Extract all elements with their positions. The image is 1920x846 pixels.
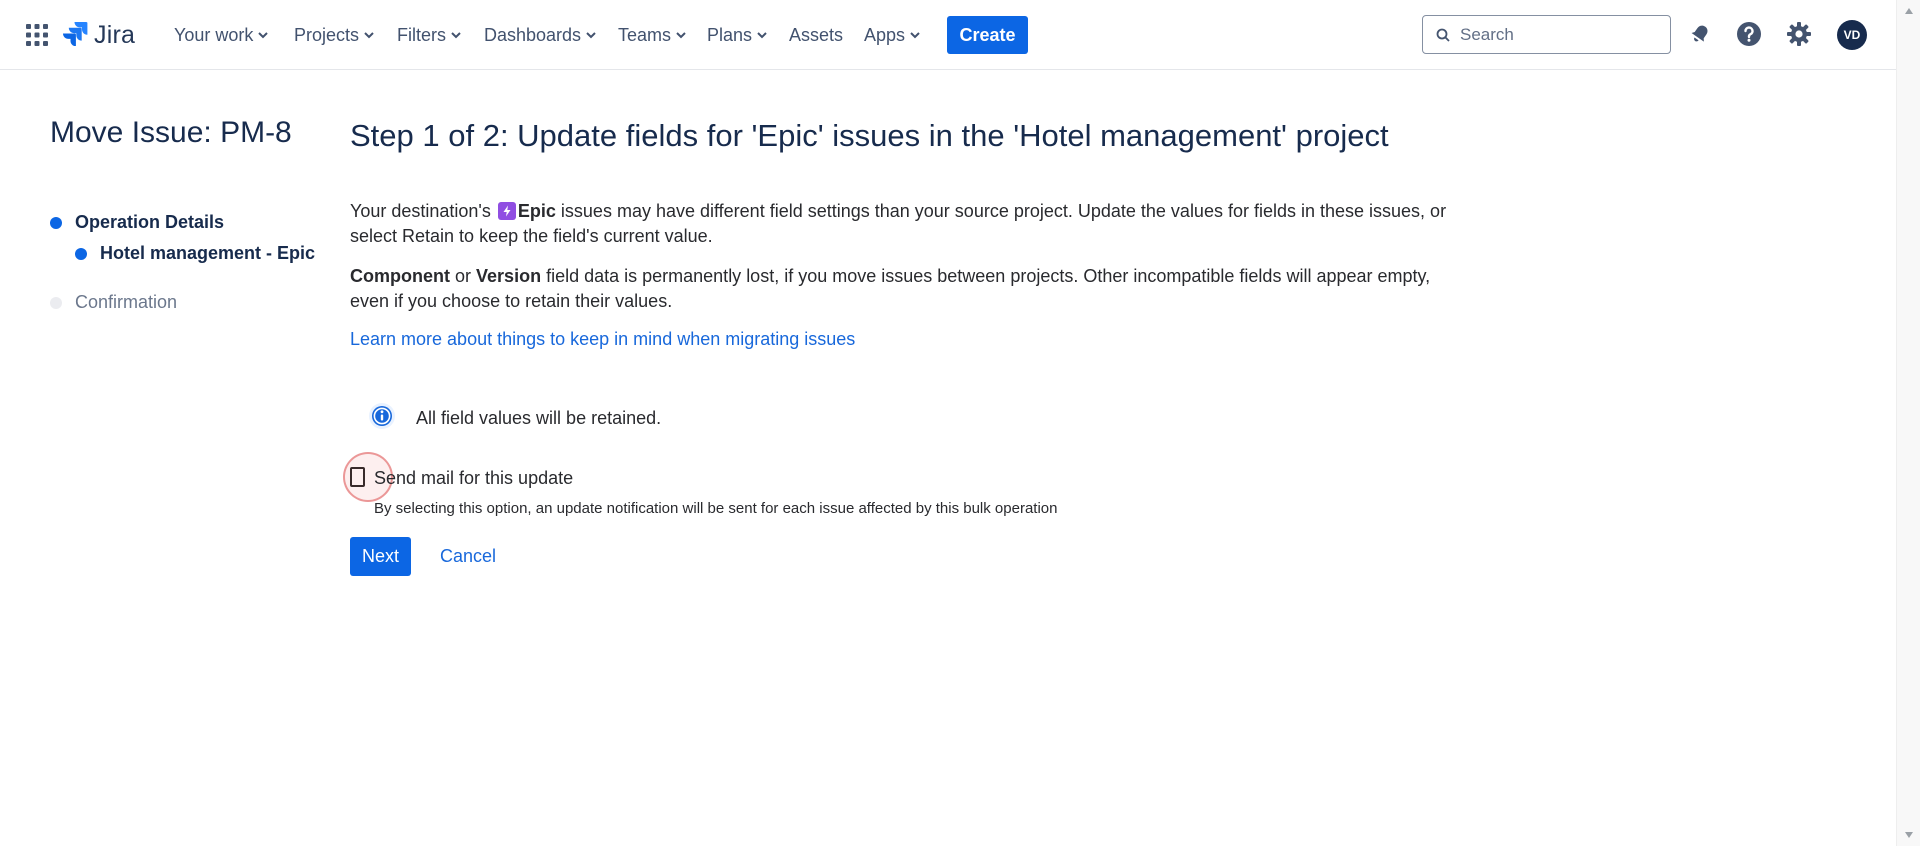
jira-logo-icon [62,20,88,51]
create-button[interactable]: Create [947,16,1028,54]
scroll-down-arrow-icon[interactable] [1905,832,1913,838]
nav-label: Filters [397,24,446,45]
chevron-down-icon [586,32,596,39]
chevron-down-icon [757,32,767,39]
destination-field-settings-note: Your destination's Epic issues may have … [350,199,1460,249]
top-navigation: Jira Your work Projects Filters Dashboar… [0,0,1896,70]
send-mail-label[interactable]: Send mail for this update [374,468,573,489]
avatar[interactable]: VD [1837,20,1867,50]
component-field-name: Component [350,266,450,286]
version-field-name: Version [476,266,542,286]
chevron-down-icon [364,32,374,39]
step-operation-details: Operation Details [50,212,224,233]
issue-type-name: Epic [517,201,556,221]
cancel-link[interactable]: Cancel [440,546,496,567]
page-scrollbar[interactable] [1896,0,1920,846]
nav-projects[interactable]: Projects [294,23,374,47]
nav-label: Projects [294,24,360,45]
send-mail-help-text: By selecting this option, an update noti… [374,500,1058,517]
nav-label: Plans [707,24,753,45]
page-title: Move Issue: PM-8 [50,116,292,149]
nav-label: Teams [618,24,672,45]
step-active-dot-icon [50,216,62,229]
search-placeholder: Search [1460,24,1514,44]
help-icon[interactable] [1735,20,1763,48]
nav-label: Assets [789,24,844,45]
nav-assets[interactable]: Assets [789,23,843,47]
step-title: Step 1 of 2: Update fields for 'Epic' is… [350,118,1389,153]
nav-dashboards[interactable]: Dashboards [484,23,596,47]
scroll-up-arrow-icon[interactable] [1905,8,1913,14]
info-message: All field values will be retained. [368,402,661,435]
info-message-text: All field values will be retained. [416,408,662,428]
info-icon [368,402,396,435]
jira-logo[interactable]: Jira [62,19,135,51]
chevron-down-icon [910,32,920,39]
chevron-down-icon [451,32,461,39]
para-text: or [455,266,472,286]
step-inactive-dot-icon [50,296,62,309]
next-button[interactable]: Next [350,537,411,576]
nav-label: Dashboards [484,24,582,45]
chevron-down-icon [258,32,269,39]
chevron-down-icon [676,32,686,39]
step-label: Hotel management - Epic [100,243,316,263]
nav-apps[interactable]: Apps [864,23,920,47]
data-loss-warning: Component or Version field data is perma… [350,264,1460,314]
notifications-icon[interactable] [1686,20,1714,48]
epic-issue-type-icon [497,202,516,220]
app-switcher-icon[interactable] [26,24,48,46]
step-hotel-management-epic: Hotel management - Epic [75,243,315,264]
para-text: Your destination's [350,201,491,221]
product-name: Jira [94,20,136,49]
nav-label: Your work [174,24,254,45]
nav-teams[interactable]: Teams [618,23,686,47]
nav-plans[interactable]: Plans [707,23,767,47]
search-icon [1436,28,1450,42]
step-active-dot-icon [75,247,87,260]
search-input[interactable]: Search [1422,15,1671,54]
step-label: Operation Details [75,212,225,232]
nav-your-work[interactable]: Your work [174,23,269,47]
step-confirmation: Confirmation [50,292,177,313]
settings-icon[interactable] [1785,20,1813,48]
send-mail-checkbox[interactable] [350,467,365,487]
step-label: Confirmation [75,292,178,312]
learn-more-link[interactable]: Learn more about things to keep in mind … [350,329,855,350]
nav-filters[interactable]: Filters [397,23,461,47]
nav-label: Apps [864,24,906,45]
